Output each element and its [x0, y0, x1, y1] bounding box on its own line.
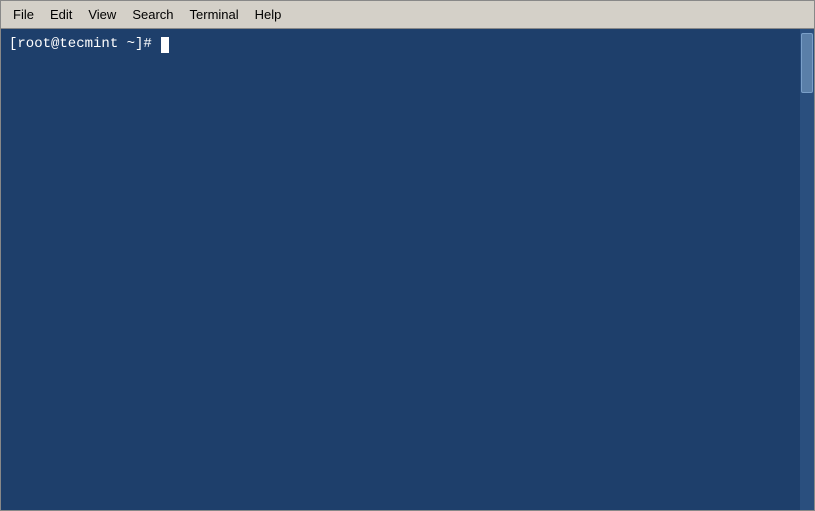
terminal-body[interactable]: [root@tecmint ~]#: [1, 29, 814, 510]
menubar: File Edit View Search Terminal Help: [1, 1, 814, 29]
terminal-window: File Edit View Search Terminal Help [roo…: [0, 0, 815, 511]
menu-terminal[interactable]: Terminal: [182, 4, 247, 25]
scrollbar-thumb[interactable]: [801, 33, 813, 93]
menu-search[interactable]: Search: [124, 4, 181, 25]
terminal-prompt-line: [root@tecmint ~]#: [9, 35, 806, 55]
terminal-cursor: [161, 37, 169, 53]
menu-help[interactable]: Help: [247, 4, 290, 25]
menu-file[interactable]: File: [5, 4, 42, 25]
menu-edit[interactable]: Edit: [42, 4, 80, 25]
menu-view[interactable]: View: [80, 4, 124, 25]
scrollbar[interactable]: [800, 29, 814, 510]
terminal-prompt: [root@tecmint ~]#: [9, 35, 160, 55]
